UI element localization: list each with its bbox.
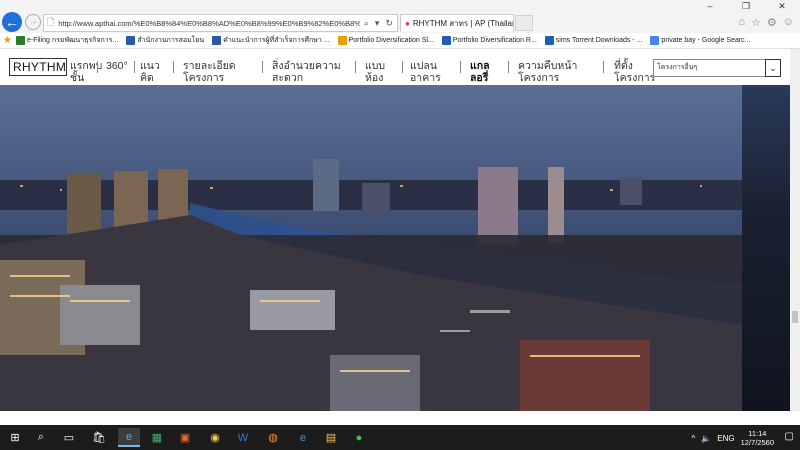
chevron-down-icon[interactable]: ⌄ bbox=[765, 59, 781, 77]
back-button[interactable]: ← bbox=[2, 12, 22, 32]
tab-title: RHYTHM สาทร | AP (Thailan... bbox=[412, 19, 514, 28]
nav-item[interactable]: แปลน อาคาร bbox=[410, 60, 441, 84]
favorite-label: สำนักงานการสอบโยน bbox=[137, 37, 205, 44]
nav-separator bbox=[402, 61, 403, 73]
site-logo[interactable]: RHYTHM bbox=[9, 58, 67, 76]
volume-icon[interactable]: 🔈 bbox=[701, 434, 711, 443]
tab-active[interactable]: ● RHYTHM สาทร | AP (Thailan... × bbox=[400, 14, 514, 32]
project-select-value: โครงการอื่นๆ bbox=[657, 64, 698, 71]
minimize-button[interactable]: – bbox=[692, 0, 728, 14]
excel-icon[interactable]: ▦ bbox=[146, 428, 168, 447]
nav-item[interactable]: แกล ลอรี่ bbox=[470, 60, 490, 84]
search-icon[interactable]: ⌕ bbox=[30, 428, 52, 447]
favorites-star-icon[interactable]: ★ bbox=[3, 35, 12, 46]
clock-date: 12/7/2560 bbox=[740, 438, 774, 447]
favorite-link[interactable]: sims Torrent Downloads - ... bbox=[544, 35, 643, 46]
hero-image bbox=[0, 85, 742, 411]
dropdown-icon[interactable]: ▾ bbox=[375, 18, 380, 29]
web-page: RHYTHM แรกพบ ชั้น 360° แนว คิด รายละเอียด โ… bbox=[0, 49, 790, 411]
internet-explorer-icon[interactable]: e bbox=[118, 428, 140, 447]
store-icon[interactable]: 🛍 bbox=[88, 428, 110, 447]
bangkok-night-skyline-photo bbox=[0, 85, 742, 411]
nav-separator bbox=[603, 61, 604, 73]
system-tray: ^ 🔈 ENG 11:14 12/7/2560 bbox=[692, 429, 774, 447]
favorite-label: Portfolio Diversification R... bbox=[452, 37, 537, 44]
favorite-link[interactable]: e-Filing กรมพัฒนาธุรกิจการ... bbox=[15, 35, 119, 46]
firefox-icon[interactable]: ◍ bbox=[262, 428, 284, 447]
favorite-link[interactable]: สำนักงานการสอบโยน bbox=[126, 35, 204, 46]
favorite-favicon-icon bbox=[212, 36, 222, 45]
favorite-favicon-icon bbox=[441, 36, 451, 45]
chrome-icon[interactable]: ◉ bbox=[204, 428, 226, 447]
favorite-favicon-icon bbox=[337, 36, 347, 45]
favorite-favicon-icon bbox=[15, 36, 25, 45]
favorite-label: sims Torrent Downloads - ... bbox=[555, 37, 643, 44]
favorite-link[interactable]: Portfolio Diversification R... bbox=[441, 35, 537, 46]
gear-icon[interactable]: ⚙ bbox=[767, 16, 777, 29]
vertical-scrollbar[interactable] bbox=[790, 49, 800, 411]
nav-separator bbox=[355, 61, 356, 73]
nav-item[interactable]: ความคืบหน้า โครงการ bbox=[518, 60, 577, 84]
close-window-button[interactable]: ✕ bbox=[764, 0, 800, 14]
nav-separator bbox=[262, 61, 263, 73]
hero-side-image bbox=[742, 85, 790, 411]
browser-window: ← → 🗋 http://www.apthai.com/%E0%B8%84%E0… bbox=[0, 0, 800, 450]
nav-separator bbox=[97, 61, 98, 73]
page-icon: 🗋 bbox=[47, 17, 55, 27]
browser-toolbar: ← → 🗋 http://www.apthai.com/%E0%B8%84%E0… bbox=[0, 0, 800, 33]
task-view-icon[interactable]: ▭ bbox=[58, 428, 80, 447]
notification-icon[interactable]: ▢ bbox=[785, 431, 794, 442]
favorite-link[interactable]: Portfolio Diversification Sl... bbox=[337, 35, 434, 46]
nav-separator bbox=[460, 61, 461, 73]
favorite-link[interactable]: private bay - Google Searc... bbox=[650, 35, 751, 46]
smiley-icon[interactable]: ☺ bbox=[783, 16, 794, 29]
browser-tools: ⌂ ☆ ⚙ ☺ bbox=[738, 16, 794, 29]
clock-time: 11:14 bbox=[748, 429, 767, 438]
scrollbar-thumb[interactable] bbox=[792, 311, 798, 323]
window-controls: – ❐ ✕ bbox=[692, 0, 800, 14]
nav-item[interactable]: แบบ ห้อง bbox=[365, 60, 385, 84]
line-icon[interactable]: ● bbox=[348, 428, 370, 447]
nav-item[interactable]: ที่ตั้ง โครงการ bbox=[614, 60, 655, 84]
nav-separator bbox=[173, 61, 174, 73]
project-select[interactable]: โครงการอื่นๆ ⌄ bbox=[653, 59, 781, 77]
favorites-bar: ★ e-Filing กรมพัฒนาธุรกิจการ... สำนักงานก… bbox=[0, 33, 800, 49]
powerpoint-icon[interactable]: ▣ bbox=[174, 428, 196, 447]
favorite-link[interactable]: คำแนะนำการผู้ที่สำเร็จการศึกษา ... bbox=[212, 35, 330, 46]
nav-item[interactable]: รายละเอียด โครงการ bbox=[183, 60, 236, 84]
favorites-star-icon[interactable]: ☆ bbox=[751, 16, 761, 29]
nav-item[interactable]: 360° bbox=[106, 60, 128, 72]
favorite-label: private bay - Google Searc... bbox=[661, 37, 751, 44]
site-nav: RHYTHM แรกพบ ชั้น 360° แนว คิด รายละเอียด โ… bbox=[0, 49, 790, 85]
windows-start-icon[interactable]: ⊞ bbox=[4, 428, 26, 447]
address-text[interactable]: http://www.apthai.com/%E0%B8%84%E0%B8%AD… bbox=[58, 19, 360, 28]
chevron-up-icon[interactable]: ^ bbox=[692, 434, 696, 443]
favorite-label: Portfolio Diversification Sl... bbox=[348, 37, 434, 44]
maximize-button[interactable]: ❐ bbox=[728, 0, 764, 14]
clock[interactable]: 11:14 12/7/2560 bbox=[741, 429, 774, 447]
file-explorer-icon[interactable]: ▤ bbox=[320, 428, 342, 447]
word-icon[interactable]: W bbox=[232, 428, 254, 447]
site-favicon-icon: ● bbox=[405, 19, 410, 28]
refresh-icon[interactable]: ↻ bbox=[385, 18, 393, 29]
favorite-favicon-icon bbox=[126, 36, 136, 45]
nav-item[interactable]: สิ่งอำนวยความ สะดวก bbox=[272, 60, 341, 84]
favorite-favicon-icon bbox=[650, 36, 660, 45]
input-language[interactable]: ENG bbox=[717, 434, 734, 443]
nav-separator bbox=[134, 61, 135, 73]
home-icon[interactable]: ⌂ bbox=[738, 16, 745, 29]
new-tab-button[interactable] bbox=[515, 15, 533, 31]
favorite-label: e-Filing กรมพัฒนาธุรกิจการ... bbox=[26, 37, 119, 44]
nav-item[interactable]: แนว คิด bbox=[140, 60, 160, 84]
forward-button[interactable]: → bbox=[25, 14, 41, 30]
nav-separator bbox=[508, 61, 509, 73]
windows-taskbar: ⊞ ⌕ ▭ 🛍 e ▦ ▣ ◉ W ◍ e ▤ ● ^ 🔈 ENG 11:14 … bbox=[0, 425, 800, 450]
favorite-label: คำแนะนำการผู้ที่สำเร็จการศึกษา ... bbox=[223, 37, 330, 44]
favorite-favicon-icon bbox=[544, 36, 554, 45]
search-icon[interactable]: ⌕ bbox=[364, 18, 369, 29]
edge-icon[interactable]: e bbox=[292, 428, 314, 447]
address-bar[interactable]: 🗋 http://www.apthai.com/%E0%B8%84%E0%B8%… bbox=[43, 14, 398, 32]
